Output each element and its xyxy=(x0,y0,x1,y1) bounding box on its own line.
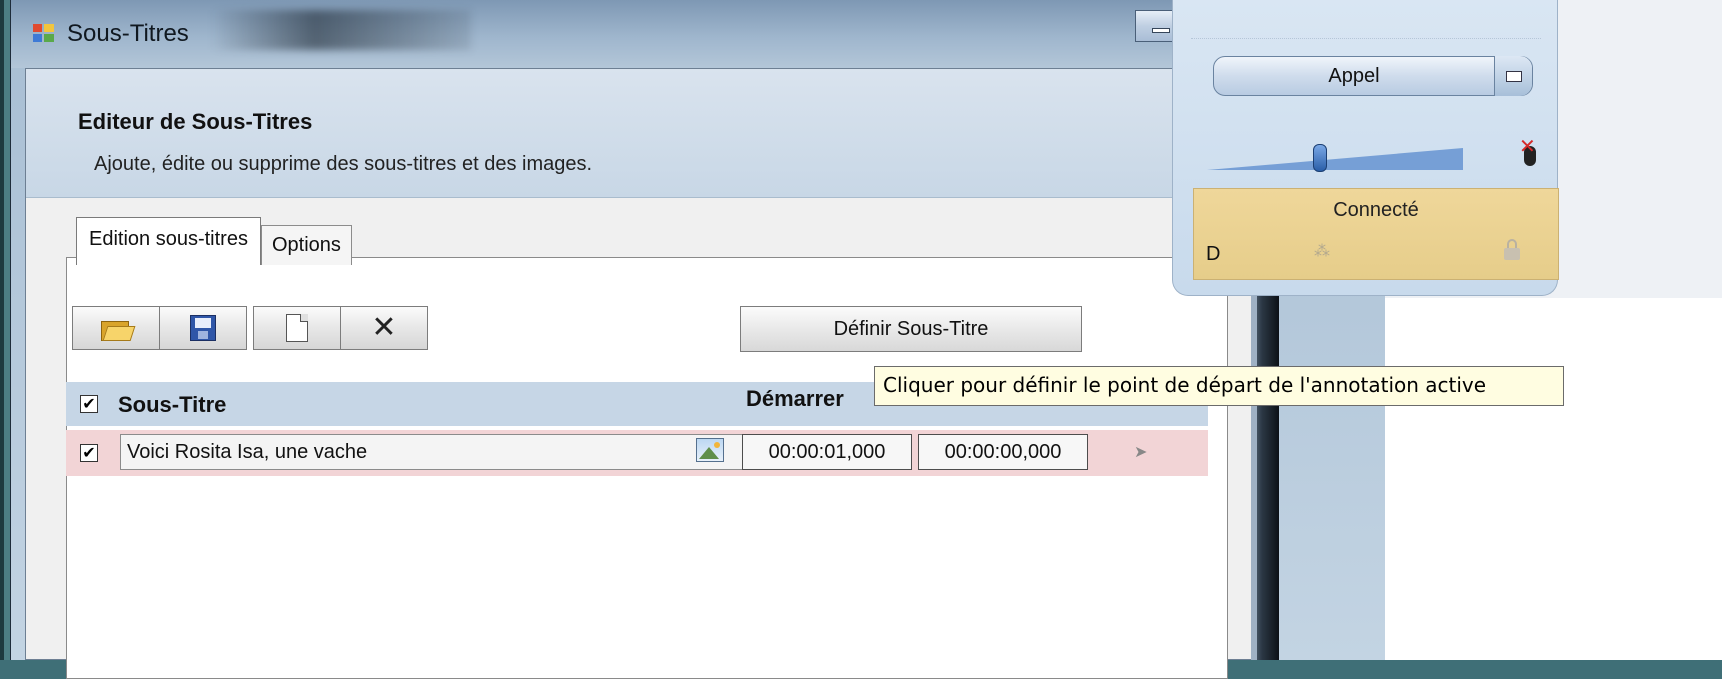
column-header-subtitle[interactable]: Sous-Titre xyxy=(118,392,226,418)
play-icon[interactable]: ➤ xyxy=(1134,442,1147,462)
define-subtitle-button[interactable]: Définir Sous-Titre xyxy=(740,306,1082,352)
minimize-icon xyxy=(1152,27,1170,33)
call-bar: Appel xyxy=(1213,56,1533,96)
network-icon: ⁂ xyxy=(1314,243,1330,260)
tab-strip: Edition sous-titres Options xyxy=(76,217,352,265)
tab-edition-sous-titres[interactable]: Edition sous-titres xyxy=(76,217,261,265)
window-client-area: Editeur de Sous-Titres Ajoute, édite ou … xyxy=(25,68,1265,679)
message-button[interactable] xyxy=(1494,56,1532,96)
volume-slider[interactable] xyxy=(1207,148,1463,170)
tooltip: Cliquer pour définir le point de départ … xyxy=(874,366,1564,406)
line-label: D xyxy=(1206,243,1221,265)
row-checkbox[interactable]: ✔ xyxy=(80,444,98,462)
select-all-checkbox[interactable]: ✔ xyxy=(80,395,98,413)
subtitle-toolbar: ✕ xyxy=(72,306,428,352)
lock-icon xyxy=(1504,239,1522,261)
page-subtitle: Ajoute, édite ou supprime des sous-titre… xyxy=(94,153,593,175)
save-icon xyxy=(190,315,216,341)
open-button[interactable] xyxy=(72,306,160,350)
app-icon[interactable] xyxy=(33,24,55,42)
volume-slider-thumb[interactable] xyxy=(1313,144,1327,172)
connection-status: Connecté xyxy=(1333,199,1419,221)
open-folder-icon xyxy=(101,317,136,341)
save-button[interactable] xyxy=(159,306,247,350)
page-title: Editeur de Sous-Titres xyxy=(78,109,313,134)
call-button[interactable]: Appel xyxy=(1214,57,1494,95)
mail-icon xyxy=(1505,70,1522,82)
header-panel: Editeur de Sous-Titres Ajoute, édite ou … xyxy=(26,69,1264,198)
call-gadget-panel: Appel ✕ Connecté D ⁂ xyxy=(1172,0,1559,296)
column-header-start[interactable]: Démarrer xyxy=(746,386,844,412)
delete-icon: ✕ xyxy=(371,310,397,345)
start-time-field[interactable]: 00:00:01,000 xyxy=(742,434,912,470)
delete-button[interactable]: ✕ xyxy=(340,306,428,350)
window-border-shadow xyxy=(1251,260,1279,660)
duration-field[interactable]: 00:00:00,000 xyxy=(918,434,1088,470)
subtitle-text-field[interactable]: Voici Rosita Isa, une vache xyxy=(120,434,750,470)
window-title: Sous-Titres xyxy=(67,20,189,47)
tab-options[interactable]: Options xyxy=(260,225,352,265)
new-button[interactable] xyxy=(253,306,341,350)
image-icon[interactable] xyxy=(696,438,724,462)
connection-status-box: Connecté D ⁂ xyxy=(1193,188,1559,280)
microphone-muted-icon[interactable]: ✕ xyxy=(1519,134,1541,178)
table-row[interactable]: ✔ Voici Rosita Isa, une vache 00:00:01,0… xyxy=(66,430,1208,476)
new-document-icon xyxy=(286,314,308,342)
